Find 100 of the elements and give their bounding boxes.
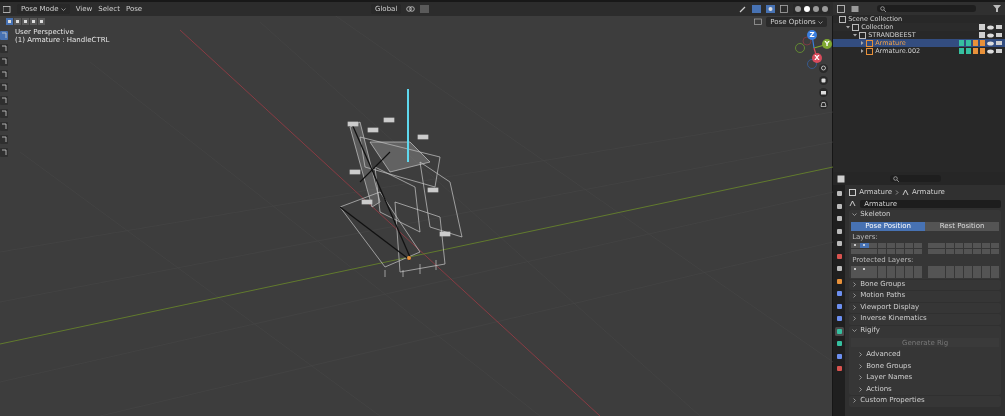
- layer-toggle[interactable]: [972, 266, 982, 272]
- search-field[interactable]: [890, 175, 941, 182]
- layer-toggle[interactable]: [954, 266, 964, 272]
- editor-type-icon[interactable]: [837, 174, 847, 183]
- layer-toggle[interactable]: [904, 242, 914, 248]
- layer-toggle[interactable]: [990, 272, 999, 278]
- display-mode-icon[interactable]: [851, 4, 861, 13]
- layer-toggle[interactable]: [972, 242, 982, 248]
- properties-tab-icon[interactable]: [834, 351, 844, 361]
- layer-toggle[interactable]: [945, 242, 955, 248]
- layer-toggle[interactable]: [913, 266, 923, 272]
- select-mode-icon[interactable]: [22, 18, 29, 25]
- layer-toggle[interactable]: [869, 248, 878, 254]
- layer-toggle[interactable]: [963, 242, 973, 248]
- layer-toggle[interactable]: [904, 266, 914, 272]
- layer-toggle[interactable]: [886, 242, 896, 248]
- select-mode-icon[interactable]: [14, 18, 21, 25]
- checkbox-icon[interactable]: [979, 32, 985, 38]
- layer-toggle[interactable]: [913, 242, 923, 248]
- layer-toggle[interactable]: [945, 272, 955, 278]
- layer-toggle[interactable]: [945, 266, 955, 272]
- layer-toggle[interactable]: [981, 266, 991, 272]
- layer-toggle[interactable]: [981, 248, 991, 254]
- layer-toggle[interactable]: [869, 242, 878, 248]
- xray-icon[interactable]: [780, 5, 788, 13]
- zoom-icon[interactable]: [819, 64, 828, 73]
- properties-tab-icon[interactable]: [834, 326, 844, 336]
- layer-toggle[interactable]: [904, 272, 914, 278]
- tool-icon[interactable]: [0, 70, 8, 79]
- properties-tab-icon[interactable]: [834, 339, 844, 348]
- layer-toggle[interactable]: [851, 242, 860, 248]
- tool-icon[interactable]: [0, 109, 8, 118]
- snap-icon[interactable]: [420, 5, 430, 13]
- properties-tab-icon[interactable]: [834, 214, 844, 223]
- layer-toggle[interactable]: [913, 272, 923, 278]
- layer-toggle[interactable]: [963, 272, 973, 278]
- properties-tab-icon[interactable]: [834, 251, 844, 261]
- expanded-triangle-icon[interactable]: [853, 33, 858, 37]
- layer-toggle[interactable]: [886, 272, 896, 278]
- layer-toggle[interactable]: [954, 242, 964, 248]
- layer-toggle[interactable]: [895, 272, 905, 278]
- layer-toggle[interactable]: [886, 266, 896, 272]
- layer-toggle[interactable]: [963, 248, 973, 254]
- layer-toggle[interactable]: [945, 248, 955, 254]
- layer-toggle[interactable]: [972, 272, 982, 278]
- select-mode-icon[interactable]: [30, 18, 37, 25]
- shading-mode-icon[interactable]: [803, 5, 811, 13]
- tool-icon[interactable]: [0, 135, 8, 144]
- camera-icon[interactable]: [819, 88, 828, 97]
- layer-toggle[interactable]: [972, 248, 982, 254]
- overlay-toggle-icon[interactable]: [766, 5, 775, 13]
- checkbox-icon[interactable]: [979, 24, 985, 30]
- armature-data-icon[interactable]: [849, 200, 858, 207]
- pivot-icon[interactable]: [406, 5, 416, 13]
- properties-tab-icon[interactable]: [834, 239, 844, 248]
- navigation-gizmo[interactable]: [795, 30, 832, 69]
- select-mode-icon[interactable]: [38, 18, 45, 25]
- layer-toggle[interactable]: [886, 248, 896, 254]
- properties-tab-icon[interactable]: [834, 201, 844, 211]
- properties-tab-icon[interactable]: [834, 364, 844, 373]
- tool-icon[interactable]: [0, 96, 8, 105]
- layer-toggle[interactable]: [928, 242, 937, 248]
- layer-toggle[interactable]: [954, 272, 964, 278]
- layer-toggle[interactable]: [913, 248, 923, 254]
- layer-toggle[interactable]: [981, 242, 991, 248]
- layer-toggle[interactable]: [895, 266, 905, 272]
- tool-icon[interactable]: [0, 148, 8, 157]
- visibility-icon[interactable]: [739, 5, 747, 13]
- layer-toggle[interactable]: [954, 248, 964, 254]
- tool-icon[interactable]: [0, 44, 8, 53]
- properties-tab-icon[interactable]: [834, 264, 844, 273]
- select-mode-icon[interactable]: [6, 18, 13, 25]
- layer-toggle[interactable]: [963, 266, 973, 272]
- layer-toggle[interactable]: [990, 266, 999, 272]
- layer-toggle[interactable]: [895, 242, 905, 248]
- layer-toggle[interactable]: [895, 248, 905, 254]
- search-field[interactable]: [877, 5, 976, 12]
- expanded-triangle-icon[interactable]: [846, 25, 851, 29]
- layer-toggle[interactable]: [851, 248, 860, 254]
- layer-toggle[interactable]: [990, 242, 999, 248]
- editor-type-icon[interactable]: [3, 5, 11, 13]
- collapsed-triangle-icon[interactable]: [860, 41, 865, 45]
- lock-icon[interactable]: [754, 18, 763, 25]
- properties-tab-icon[interactable]: [834, 314, 844, 323]
- layer-toggle[interactable]: [928, 248, 937, 254]
- layer-toggle[interactable]: [877, 242, 887, 248]
- properties-tab-icon[interactable]: [834, 289, 844, 298]
- layer-toggle[interactable]: [990, 248, 999, 254]
- layer-toggle[interactable]: [937, 242, 946, 248]
- layer-toggle[interactable]: [904, 248, 914, 254]
- properties-tab-icon[interactable]: [834, 301, 844, 311]
- hand-icon[interactable]: [819, 76, 828, 85]
- editor-type-icon[interactable]: [837, 4, 847, 13]
- tool-icon[interactable]: [0, 83, 8, 92]
- tool-icon[interactable]: [0, 57, 8, 66]
- properties-tab-icon[interactable]: [834, 226, 844, 236]
- layer-toggle[interactable]: [877, 266, 887, 272]
- filter-icon[interactable]: [993, 5, 1001, 12]
- layer-toggle[interactable]: [860, 242, 869, 248]
- properties-tab-icon[interactable]: [834, 189, 844, 198]
